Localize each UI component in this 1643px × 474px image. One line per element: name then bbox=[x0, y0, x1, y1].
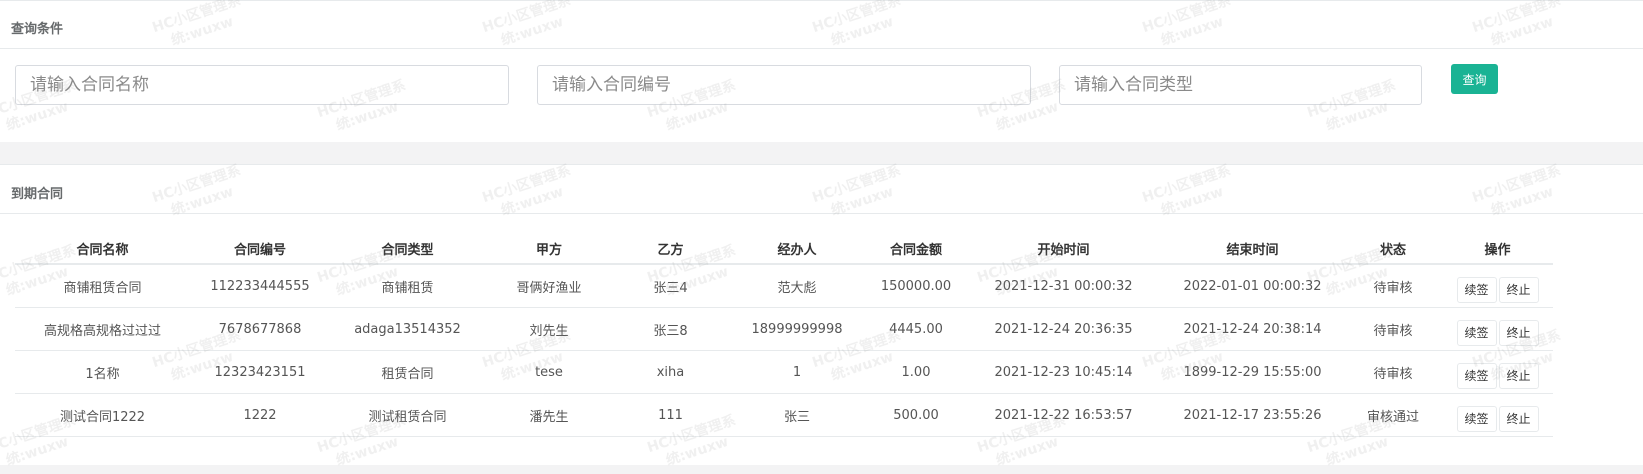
cell-status: 审核通过 bbox=[1344, 393, 1442, 437]
cell-contract-code: 1222 bbox=[190, 393, 330, 437]
cell-amount: 1.00 bbox=[866, 350, 966, 394]
contracts-table: 合同名称 合同编号 合同类型 甲方 乙方 经办人 合同金额 开始时间 结束时间 … bbox=[15, 233, 1553, 437]
column-header: 经办人 bbox=[728, 233, 866, 265]
cell-amount: 150000.00 bbox=[866, 264, 966, 308]
cell-party-b: 张三4 bbox=[613, 264, 728, 308]
cell-actions: 续签 终止 bbox=[1442, 307, 1553, 351]
renew-button[interactable]: 续签 bbox=[1456, 363, 1497, 389]
cell-contract-type: 测试租赁合同 bbox=[330, 393, 485, 437]
table-header-row: 合同名称 合同编号 合同类型 甲方 乙方 经办人 合同金额 开始时间 结束时间 … bbox=[15, 233, 1553, 265]
expired-contracts-panel: 到期合同 合同名称 合同编号 合同类型 甲方 乙方 经办人 合同金额 开始时间 … bbox=[0, 164, 1643, 465]
terminate-button[interactable]: 终止 bbox=[1498, 277, 1539, 303]
cell-party-b: xiha bbox=[613, 350, 728, 394]
cell-contract-name: 商铺租赁合同 bbox=[15, 264, 190, 308]
table-row: 测试合同1222 1222 测试租赁合同 潘先生 111 张三 500.00 2… bbox=[15, 393, 1553, 437]
cell-end-time: 2021-12-24 20:38:14 bbox=[1161, 307, 1344, 351]
cell-contract-type: 租赁合同 bbox=[330, 350, 485, 394]
cell-amount: 4445.00 bbox=[866, 307, 966, 351]
cell-party-a: 哥俩好渔业 bbox=[485, 264, 613, 308]
column-header: 合同名称 bbox=[15, 233, 190, 265]
cell-party-a: 潘先生 bbox=[485, 393, 613, 437]
renew-button[interactable]: 续签 bbox=[1456, 320, 1497, 346]
terminate-button[interactable]: 终止 bbox=[1498, 363, 1539, 389]
column-header: 合同编号 bbox=[190, 233, 330, 265]
terminate-button[interactable]: 终止 bbox=[1498, 320, 1539, 346]
cell-handler: 范大彪 bbox=[728, 264, 866, 308]
query-button[interactable]: 查询 bbox=[1451, 64, 1498, 94]
cell-end-time: 2021-12-17 23:55:26 bbox=[1161, 393, 1344, 437]
cell-end-time: 2022-01-01 00:00:32 bbox=[1161, 264, 1344, 308]
divider bbox=[0, 48, 1643, 49]
renew-button[interactable]: 续签 bbox=[1456, 277, 1497, 303]
contract-type-input[interactable] bbox=[1059, 65, 1422, 105]
divider bbox=[0, 213, 1643, 214]
column-header: 操作 bbox=[1442, 233, 1553, 265]
terminate-button[interactable]: 终止 bbox=[1498, 406, 1539, 432]
cell-contract-code: 12323423151 bbox=[190, 350, 330, 394]
cell-party-b: 张三8 bbox=[613, 307, 728, 351]
column-header: 乙方 bbox=[613, 233, 728, 265]
cell-contract-name: 1名称 bbox=[15, 350, 190, 394]
search-panel: 查询条件 查询 bbox=[0, 0, 1643, 142]
column-header: 开始时间 bbox=[966, 233, 1161, 265]
cell-contract-type: adaga13514352 bbox=[330, 307, 485, 351]
contracts-panel-title: 到期合同 bbox=[11, 187, 64, 202]
table-row: 1名称 12323423151 租赁合同 tese xiha 1 1.00 20… bbox=[15, 350, 1553, 394]
cell-contract-code: 112233444555 bbox=[190, 264, 330, 308]
cell-party-a: tese bbox=[485, 350, 613, 394]
column-header: 状态 bbox=[1344, 233, 1442, 265]
table-row: 商铺租赁合同 112233444555 商铺租赁 哥俩好渔业 张三4 范大彪 1… bbox=[15, 264, 1553, 308]
contract-name-input[interactable] bbox=[15, 65, 509, 105]
cell-actions: 续签 终止 bbox=[1442, 393, 1553, 437]
column-header: 合同金额 bbox=[866, 233, 966, 265]
cell-handler: 1 bbox=[728, 350, 866, 394]
cell-handler: 张三 bbox=[728, 393, 866, 437]
cell-status: 待审核 bbox=[1344, 307, 1442, 351]
column-header: 结束时间 bbox=[1161, 233, 1344, 265]
cell-start-time: 2021-12-22 16:53:57 bbox=[966, 393, 1161, 437]
column-header: 甲方 bbox=[485, 233, 613, 265]
cell-party-b: 111 bbox=[613, 393, 728, 437]
cell-status: 待审核 bbox=[1344, 350, 1442, 394]
column-header: 合同类型 bbox=[330, 233, 485, 265]
contract-code-input[interactable] bbox=[537, 65, 1031, 105]
search-panel-title: 查询条件 bbox=[11, 22, 64, 37]
cell-status: 待审核 bbox=[1344, 264, 1442, 308]
cell-contract-type: 商铺租赁 bbox=[330, 264, 485, 308]
cell-contract-code: 7678677868 bbox=[190, 307, 330, 351]
cell-start-time: 2021-12-24 20:36:35 bbox=[966, 307, 1161, 351]
cell-actions: 续签 终止 bbox=[1442, 350, 1553, 394]
cell-handler: 18999999998 bbox=[728, 307, 866, 351]
cell-start-time: 2021-12-23 10:45:14 bbox=[966, 350, 1161, 394]
cell-contract-name: 测试合同1222 bbox=[15, 393, 190, 437]
cell-contract-name: 高规格高规格过过过 bbox=[15, 307, 190, 351]
cell-amount: 500.00 bbox=[866, 393, 966, 437]
cell-start-time: 2021-12-31 00:00:32 bbox=[966, 264, 1161, 308]
renew-button[interactable]: 续签 bbox=[1456, 406, 1497, 432]
cell-end-time: 1899-12-29 15:55:00 bbox=[1161, 350, 1344, 394]
cell-actions: 续签 终止 bbox=[1442, 264, 1553, 308]
table-row: 高规格高规格过过过 7678677868 adaga13514352 刘先生 张… bbox=[15, 307, 1553, 351]
cell-party-a: 刘先生 bbox=[485, 307, 613, 351]
